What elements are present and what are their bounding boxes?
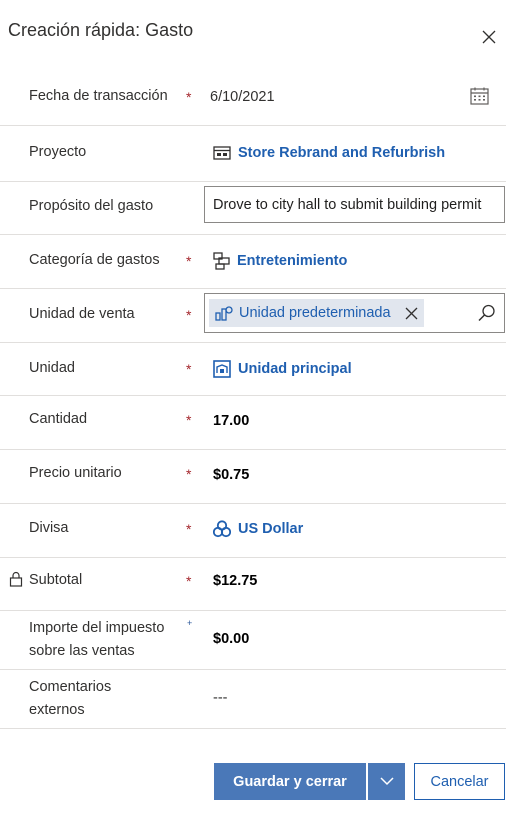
calendar-icon[interactable] <box>470 87 489 110</box>
unit-value: Unidad principal <box>238 361 352 377</box>
sales-tax-value[interactable]: $0.00 <box>213 631 249 647</box>
required-marker: * <box>186 361 192 377</box>
required-marker: * <box>186 89 192 105</box>
currency-label: Divisa <box>29 520 69 536</box>
unit-icon <box>213 360 231 378</box>
transaction-date-label: Fecha de transacción <box>29 88 168 104</box>
search-icon[interactable] <box>478 304 496 322</box>
row-subtotal: Subtotal * $12.75 <box>0 558 506 611</box>
category-label: Categoría de gastos <box>29 252 160 268</box>
category-icon <box>213 252 230 270</box>
purpose-input[interactable] <box>204 186 505 223</box>
row-quantity: Cantidad * 17.00 <box>0 396 506 450</box>
required-marker: * <box>186 253 192 269</box>
remove-chip-icon[interactable] <box>405 307 418 320</box>
category-link[interactable]: Entretenimiento <box>213 252 347 270</box>
required-marker: * <box>186 466 192 482</box>
lock-icon <box>9 571 23 592</box>
quantity-value[interactable]: 17.00 <box>213 413 249 429</box>
row-unit-price: Precio unitario * $0.75 <box>0 450 506 504</box>
transaction-date-value[interactable]: 6/10/2021 <box>210 89 275 105</box>
sales-unit-label: Unidad de venta <box>29 306 135 322</box>
project-icon <box>213 146 231 160</box>
close-icon <box>482 30 496 44</box>
sales-unit-value: Unidad predeterminada <box>239 305 391 321</box>
required-marker: * <box>186 573 192 589</box>
save-options-dropdown-button[interactable] <box>368 763 405 800</box>
row-purpose: Propósito del gasto <box>0 182 506 235</box>
row-sales-unit: Unidad de venta * Unidad predeterminada <box>0 289 506 343</box>
cancel-button[interactable]: Cancelar <box>414 763 505 800</box>
project-label: Proyecto <box>29 144 87 160</box>
purpose-label: Propósito del gasto <box>29 198 154 214</box>
required-marker: * <box>186 521 192 537</box>
row-transaction-date: Fecha de transacción * 6/10/2021 <box>0 70 506 126</box>
required-marker: * <box>186 412 192 428</box>
currency-icon <box>213 520 231 538</box>
sales-unit-chip[interactable]: Unidad predeterminada <box>209 299 424 327</box>
unit-price-value[interactable]: $0.75 <box>213 467 249 483</box>
subtotal-label: Subtotal <box>29 572 83 588</box>
project-link[interactable]: Store Rebrand and Refurbrish <box>213 145 445 161</box>
row-project: Proyecto Store Rebrand and Refurbrish <box>0 126 506 182</box>
unit-price-label: Precio unitario <box>29 465 122 481</box>
row-category: Categoría de gastos * Entretenimiento <box>0 235 506 289</box>
required-marker: * <box>186 307 192 323</box>
dialog-footer: Guardar y cerrar Cancelar <box>0 763 528 801</box>
save-and-close-button[interactable]: Guardar y cerrar <box>214 763 366 800</box>
recommended-marker: + <box>187 618 193 628</box>
quantity-label: Cantidad <box>29 411 88 427</box>
external-comments-label: Comentarios externos <box>29 679 112 718</box>
close-button[interactable] <box>478 26 500 48</box>
dialog-title: Creación rápida: Gasto <box>8 20 194 40</box>
quick-create-form: Fecha de transacción * 6/10/2021 Proyect… <box>0 70 506 729</box>
sales-unit-lookup[interactable]: Unidad predeterminada <box>204 293 505 333</box>
sales-tax-label: Importe del impuesto sobre las ventas <box>29 620 165 659</box>
unit-label: Unidad <box>29 360 75 376</box>
category-value: Entretenimiento <box>237 253 348 269</box>
currency-value: US Dollar <box>238 521 304 537</box>
subtotal-value: $12.75 <box>213 573 258 589</box>
unit-link[interactable]: Unidad principal <box>213 360 352 378</box>
row-sales-tax: Importe del impuesto sobre las ventas + … <box>0 611 506 670</box>
row-external-comments: Comentarios externos --- <box>0 670 506 729</box>
external-comments-value[interactable]: --- <box>213 690 228 706</box>
chevron-down-icon <box>379 777 394 786</box>
row-currency: Divisa * US Dollar <box>0 504 506 558</box>
unit-group-icon <box>215 305 233 321</box>
project-value: Store Rebrand and Refurbrish <box>238 145 446 161</box>
row-unit: Unidad * Unidad principal <box>0 343 506 396</box>
currency-link[interactable]: US Dollar <box>213 520 303 538</box>
